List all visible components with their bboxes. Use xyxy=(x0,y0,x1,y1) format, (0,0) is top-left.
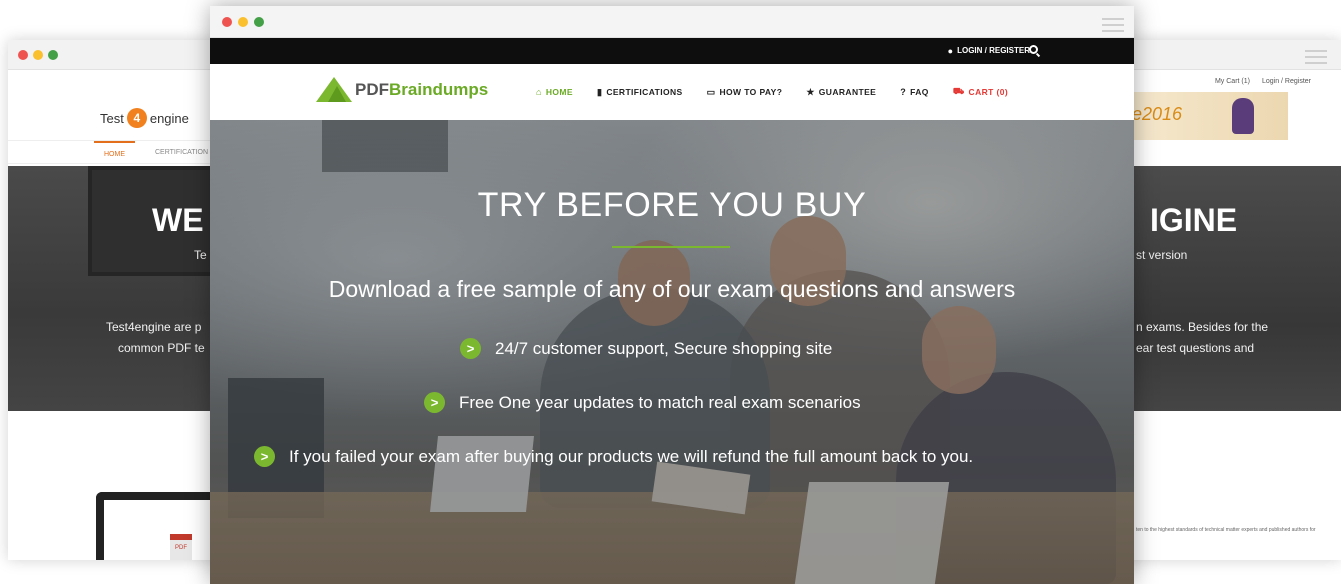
right-small-text: ten to the highest standards of technica… xyxy=(1136,527,1316,533)
close-dot-icon[interactable] xyxy=(222,17,232,27)
hero-bullet: > Free One year updates to match real ex… xyxy=(424,392,861,413)
nav-how-to-pay[interactable]: ▭ HOW TO PAY? xyxy=(707,87,783,98)
my-cart-link[interactable]: My Cart (1) xyxy=(1215,78,1250,85)
hero-bullet: > If you failed your exam after buying o… xyxy=(254,446,973,467)
book-icon: ▮ xyxy=(596,86,603,97)
logo-text-post: engine xyxy=(149,110,189,126)
hero-banner: TRY BEFORE YOU BUY Download a free sampl… xyxy=(210,120,1134,584)
nav-faq[interactable]: ? FAQ xyxy=(900,87,929,97)
pdfbraindumps-logo[interactable]: PDF Braindumps xyxy=(316,77,488,102)
pdf-file-icon: PDF xyxy=(170,534,192,560)
test4engine-logo[interactable]: Test 4 engine xyxy=(100,108,189,128)
cart-icon: ⛟ xyxy=(952,86,965,96)
hero-divider xyxy=(612,246,730,248)
nav-guarantee[interactable]: ★ GUARANTEE xyxy=(806,87,876,98)
login-register-label: LOGIN / REGISTER xyxy=(957,46,1030,55)
main-window-chrome xyxy=(210,6,1134,38)
maximize-dot-icon[interactable] xyxy=(254,17,264,27)
user-icon: ● xyxy=(947,46,954,56)
green-arrow-icon: > xyxy=(460,338,481,359)
right-banner-ad[interactable]: e2016 xyxy=(1126,92,1288,140)
left-hero-sub: Te xyxy=(194,248,207,262)
main-browser-window: ● LOGIN / REGISTER PDF Braindumps ⌂ HOME … xyxy=(210,6,1134,584)
login-register-link[interactable]: Login / Register xyxy=(1262,78,1311,85)
main-nav-bar: PDF Braindumps ⌂ HOME ▮ CERTIFICATIONS ▭ … xyxy=(210,64,1134,120)
login-register-link[interactable]: ● LOGIN / REGISTER xyxy=(948,38,1030,64)
left-hero-para-2: common PDF te xyxy=(118,341,205,355)
right-hero-sub: st version xyxy=(1136,248,1188,262)
nav-how-to-pay-label: HOW TO PAY? xyxy=(719,87,783,97)
banner-year-text: e2016 xyxy=(1132,104,1183,124)
right-hero-para-2: ear test questions and xyxy=(1136,341,1255,355)
minimize-dot-icon[interactable] xyxy=(238,17,248,27)
left-hero-title: WE xyxy=(152,202,204,238)
hero-bullet-text: If you failed your exam after buying our… xyxy=(289,446,974,466)
search-icon[interactable] xyxy=(1029,45,1038,54)
card-icon: ▭ xyxy=(706,86,716,97)
question-icon: ? xyxy=(900,87,907,97)
close-dot-icon xyxy=(18,50,28,60)
hero-title: TRY BEFORE YOU BUY xyxy=(477,186,867,224)
nav-home[interactable]: ⌂ HOME xyxy=(536,87,573,97)
green-arrow-icon: > xyxy=(254,446,275,467)
home-icon: ⌂ xyxy=(536,87,542,97)
left-nav-certification[interactable]: CERTIFICATION xyxy=(155,141,208,164)
right-hero-para-1: n exams. Besides for the xyxy=(1136,320,1269,334)
banner-figure-icon xyxy=(1232,98,1254,134)
left-hero-para-1: Test4engine are p xyxy=(106,320,202,334)
right-top-links: My Cart (1) Login / Register xyxy=(1215,78,1311,85)
hero-bullet-text: Free One year updates to match real exam… xyxy=(459,392,861,412)
hamburger-menu-icon[interactable] xyxy=(1102,18,1124,36)
right-hero-title: IGINE xyxy=(1150,202,1238,238)
hero-bullet: > 24/7 customer support, Secure shopping… xyxy=(460,338,832,359)
logo-four-icon: 4 xyxy=(126,108,147,128)
green-arrow-icon: > xyxy=(424,392,445,413)
hero-subtitle: Download a free sample of any of our exa… xyxy=(328,276,1016,302)
nav-certifications-label: CERTIFICATIONS xyxy=(606,87,683,97)
logo-text-pre: Test xyxy=(100,110,124,126)
minimize-dot-icon xyxy=(33,50,43,60)
nav-home-label: HOME xyxy=(545,87,573,97)
nav-menu: ⌂ HOME ▮ CERTIFICATIONS ▭ HOW TO PAY? ★ … xyxy=(536,64,1008,120)
nav-faq-label: FAQ xyxy=(910,87,929,97)
hero-bullet-text: 24/7 customer support, Secure shopping s… xyxy=(495,338,833,358)
nav-certifications[interactable]: ▮ CERTIFICATIONS xyxy=(597,87,683,98)
maximize-dot-icon xyxy=(48,50,58,60)
nav-cart[interactable]: ⛟ CART (0) xyxy=(953,86,1008,98)
mountain-logo-icon xyxy=(316,77,352,102)
brand-pdf-text: PDF xyxy=(355,79,389,99)
hamburger-menu-icon[interactable] xyxy=(1305,50,1327,68)
nav-cart-label: CART (0) xyxy=(968,87,1009,97)
nav-guarantee-label: GUARANTEE xyxy=(818,87,877,97)
star-icon: ★ xyxy=(806,86,815,97)
brand-braindumps-text: Braindumps xyxy=(389,79,489,99)
top-bar: ● LOGIN / REGISTER xyxy=(210,38,1134,64)
left-nav-home[interactable]: HOME xyxy=(94,141,135,164)
